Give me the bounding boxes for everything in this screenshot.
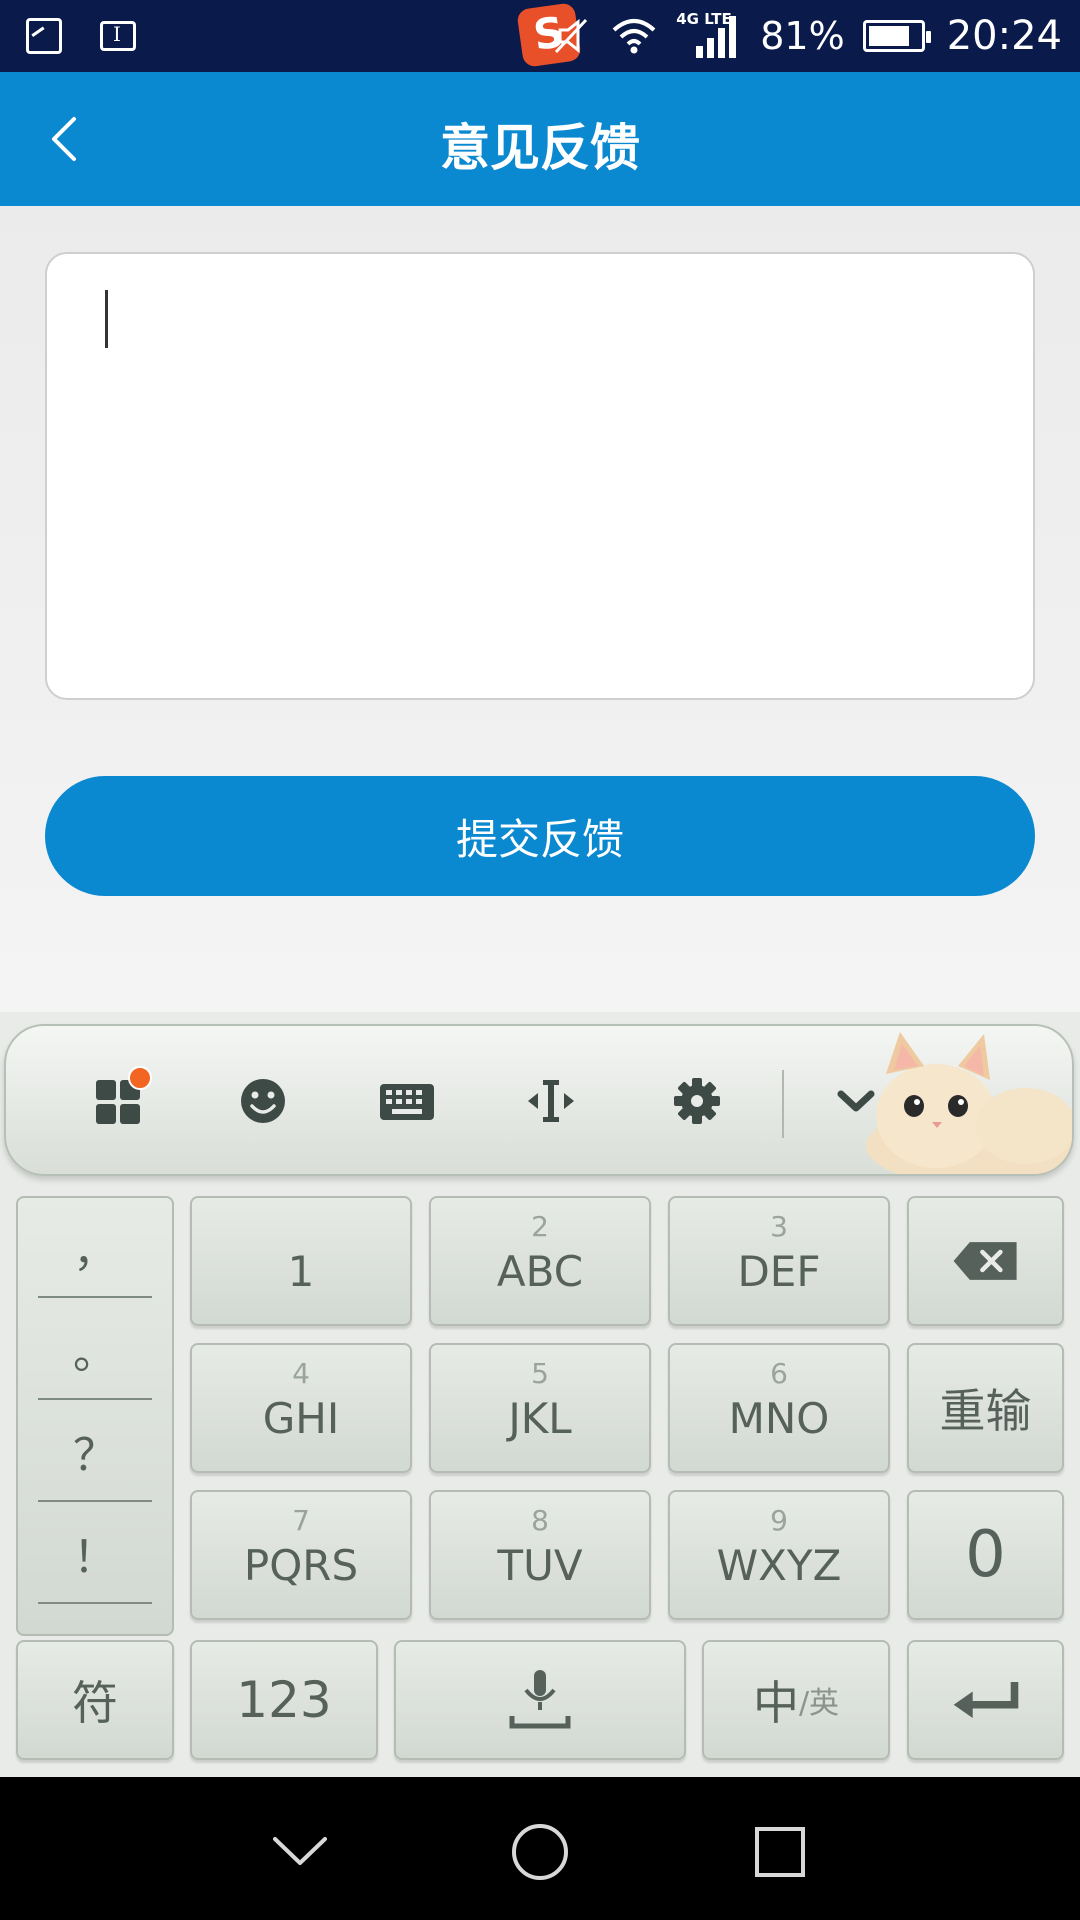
feedback-text-area[interactable] bbox=[45, 252, 1035, 700]
settings-button[interactable] bbox=[662, 1066, 732, 1136]
soft-keyboard: ， 。 ？ ！ 1 2 ABC 3 DEF 4 GHI 5 JKL 6 MNO bbox=[0, 1012, 1080, 1777]
key-9-wxyz[interactable]: 9 WXYZ bbox=[668, 1490, 890, 1620]
status-bar: S 4G LTE 81% 20:24 bbox=[0, 0, 1080, 72]
feedback-content: 提交反馈 bbox=[0, 206, 1080, 1024]
punct-period-key[interactable]: 。 bbox=[38, 1300, 152, 1400]
notification-dot bbox=[128, 1066, 152, 1090]
title-bar: 意见反馈 bbox=[0, 72, 1080, 206]
emoji-icon bbox=[241, 1079, 285, 1123]
kitten-skin-image bbox=[866, 1032, 1072, 1174]
key-8-tuv[interactable]: 8 TUV bbox=[429, 1490, 651, 1620]
nav-recents-button[interactable] bbox=[745, 1817, 815, 1887]
settings-icon bbox=[674, 1078, 720, 1124]
backspace-icon bbox=[953, 1242, 1017, 1280]
reenter-key[interactable]: 重输 bbox=[907, 1343, 1064, 1473]
nav-home-button[interactable] bbox=[505, 1817, 575, 1887]
page-title: 意见反馈 bbox=[440, 119, 640, 177]
cursor-move-button[interactable] bbox=[516, 1066, 586, 1136]
wifi-icon bbox=[612, 19, 656, 54]
clock: 20:24 bbox=[946, 13, 1062, 59]
nav-back-button[interactable] bbox=[265, 1817, 335, 1887]
key-1[interactable]: 1 bbox=[190, 1196, 412, 1326]
image-icon bbox=[26, 18, 62, 54]
mute-icon bbox=[555, 18, 588, 54]
key-2-abc[interactable]: 2 ABC bbox=[429, 1196, 651, 1326]
battery-icon bbox=[862, 20, 931, 52]
microphone-icon bbox=[509, 1670, 571, 1729]
home-circle-icon bbox=[512, 1824, 568, 1880]
numbers-key[interactable]: 123 bbox=[190, 1640, 378, 1760]
navigation-bar bbox=[0, 1777, 1080, 1920]
recents-square-icon bbox=[755, 1827, 805, 1877]
space-voice-key[interactable] bbox=[394, 1640, 686, 1760]
enter-icon bbox=[953, 1681, 1018, 1719]
backspace-key[interactable] bbox=[907, 1196, 1064, 1326]
feedback-input[interactable] bbox=[87, 284, 993, 668]
battery-percent: 81% bbox=[760, 14, 845, 58]
signal-icon: 4G LTE bbox=[676, 10, 742, 60]
punctuation-column: ， 。 ？ ！ bbox=[16, 1196, 174, 1636]
key-3-def[interactable]: 3 DEF bbox=[668, 1196, 890, 1326]
symbols-key[interactable]: 符 bbox=[16, 1640, 174, 1760]
punct-question-key[interactable]: ？ bbox=[38, 1402, 152, 1502]
back-chevron-icon bbox=[273, 1837, 327, 1865]
key-0[interactable]: 0 bbox=[907, 1490, 1064, 1620]
apps-button[interactable] bbox=[84, 1066, 154, 1136]
keyboard-toolbar bbox=[4, 1024, 1074, 1176]
language-toggle-key[interactable]: 中/英 bbox=[702, 1640, 890, 1760]
submit-feedback-button[interactable]: 提交反馈 bbox=[45, 776, 1035, 896]
cursor-move-icon bbox=[528, 1080, 574, 1122]
keyboard-switch-button[interactable] bbox=[372, 1066, 442, 1136]
key-7-pqrs[interactable]: 7 PQRS bbox=[190, 1490, 412, 1620]
key-6-mno[interactable]: 6 MNO bbox=[668, 1343, 890, 1473]
punct-exclaim-key[interactable]: ！ bbox=[38, 1504, 152, 1604]
enter-key[interactable] bbox=[907, 1640, 1064, 1760]
text-icon bbox=[100, 21, 136, 51]
keyboard-icon bbox=[380, 1084, 434, 1120]
toolbar-divider bbox=[782, 1070, 784, 1138]
key-5-jkl[interactable]: 5 JKL bbox=[429, 1343, 651, 1473]
punct-comma-key[interactable]: ， bbox=[38, 1198, 152, 1298]
emoji-button[interactable] bbox=[228, 1066, 298, 1136]
key-4-ghi[interactable]: 4 GHI bbox=[190, 1343, 412, 1473]
apps-grid-icon bbox=[96, 1066, 152, 1124]
